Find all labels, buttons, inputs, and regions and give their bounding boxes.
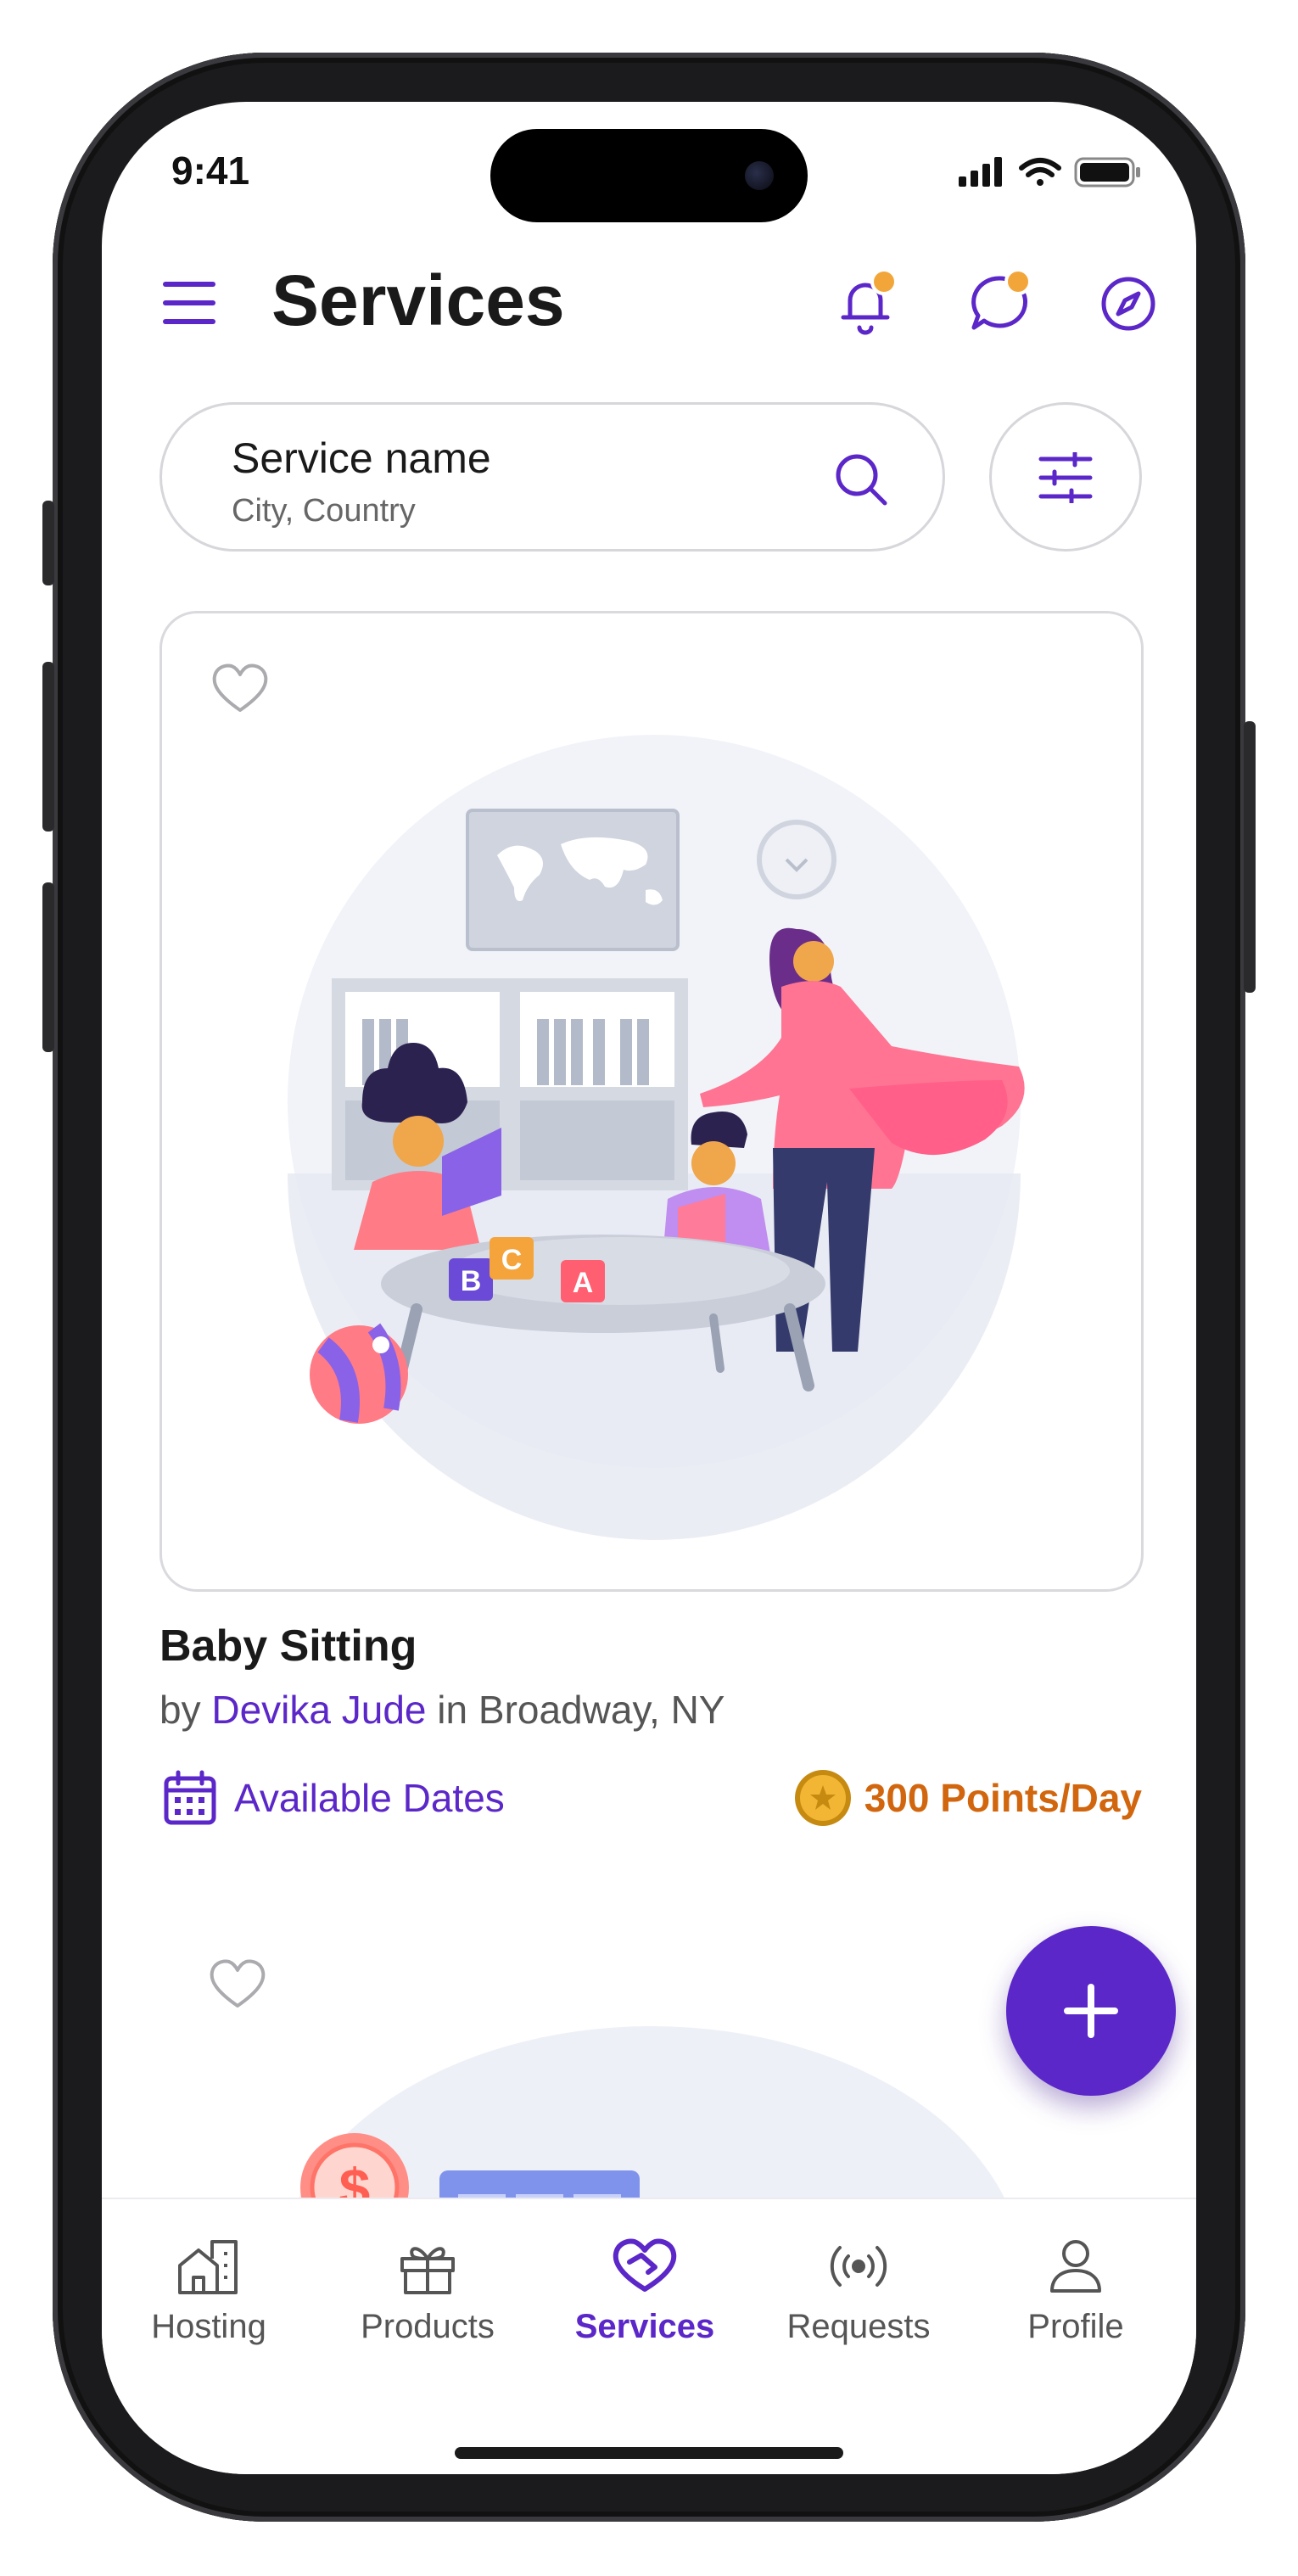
compass-icon: [1101, 277, 1155, 331]
tab-requests-label: Requests: [786, 2308, 931, 2345]
favorite-heart-icon-2[interactable]: [207, 1957, 268, 2011]
available-dates-button[interactable]: Available Dates: [163, 1768, 505, 1828]
by-prefix: by: [159, 1688, 201, 1732]
home-indicator[interactable]: [455, 2447, 843, 2459]
favorite-heart-icon[interactable]: [210, 661, 271, 715]
tab-products[interactable]: Products: [334, 2237, 521, 2364]
tab-hosting[interactable]: Hosting: [115, 2237, 302, 2364]
heart-handshake-icon: [613, 2238, 677, 2292]
block-b-label: B: [461, 1265, 482, 1297]
battery-icon: [1074, 157, 1140, 188]
notification-dot: [870, 268, 898, 295]
messages-button[interactable]: [964, 268, 1035, 339]
service-title[interactable]: Baby Sitting: [159, 1621, 417, 1672]
babysitting-illustration: B C A: [288, 735, 1025, 1540]
explore-button[interactable]: [1093, 268, 1164, 339]
cellular-signal-icon: [959, 157, 1002, 187]
block-c-label: C: [501, 1244, 523, 1276]
tab-requests[interactable]: Requests: [765, 2237, 952, 2364]
search-title: Service name: [232, 434, 491, 482]
search-icon[interactable]: [831, 449, 892, 510]
search-subtitle: City, Country: [232, 493, 416, 529]
tab-profile-label: Profile: [1027, 2308, 1124, 2345]
dynamic-island: [490, 129, 808, 222]
menu-button[interactable]: [163, 282, 215, 324]
host-name-link[interactable]: Devika Jude: [211, 1688, 426, 1732]
gift-icon: [400, 2247, 455, 2294]
power-button: [1244, 721, 1256, 993]
service-location: Broadway, NY: [478, 1688, 725, 1732]
page-title: Services: [271, 260, 565, 340]
volume-down-button: [42, 882, 54, 1052]
user-icon: [1050, 2240, 1101, 2293]
add-service-button[interactable]: [1006, 1926, 1176, 2096]
tab-products-label: Products: [361, 2308, 495, 2345]
search-field[interactable]: Service name City, Country: [159, 402, 945, 552]
filter-button[interactable]: [989, 402, 1142, 552]
calendar-icon: [164, 1770, 216, 1825]
status-time: 9:41: [171, 148, 250, 193]
points-price: 300 Points/Day: [793, 1768, 1142, 1828]
points-per-day: 300 Points/Day: [864, 1776, 1142, 1820]
tab-hosting-label: Hosting: [151, 2308, 266, 2345]
service-card-image[interactable]: B C A: [159, 611, 1144, 1592]
message-dot: [1004, 268, 1032, 295]
broadcast-icon: [830, 2246, 887, 2287]
notifications-button[interactable]: [830, 268, 901, 339]
tab-profile[interactable]: Profile: [982, 2237, 1169, 2364]
in-prefix: in: [437, 1688, 468, 1732]
status-icons: [959, 154, 1145, 188]
available-dates-label: Available Dates: [234, 1776, 505, 1820]
gold-coin-icon: [794, 1770, 851, 1826]
block-a-label: A: [573, 1267, 594, 1299]
tab-services[interactable]: Services: [551, 2237, 738, 2364]
volume-up-button: [42, 662, 54, 832]
hosting-icon: [178, 2240, 238, 2294]
service-meta: by Devika Jude in Broadway, NY: [159, 1687, 725, 1733]
app-screen: 9:41 Services Service name City, Country…: [102, 102, 1196, 2474]
tab-services-label: Services: [574, 2308, 715, 2345]
wifi-icon: [1019, 158, 1061, 186]
action-button: [42, 501, 54, 585]
sliders-icon: [1038, 452, 1093, 503]
bottom-tab-bar: Hosting Products Services Requests Profi…: [102, 2198, 1196, 2474]
